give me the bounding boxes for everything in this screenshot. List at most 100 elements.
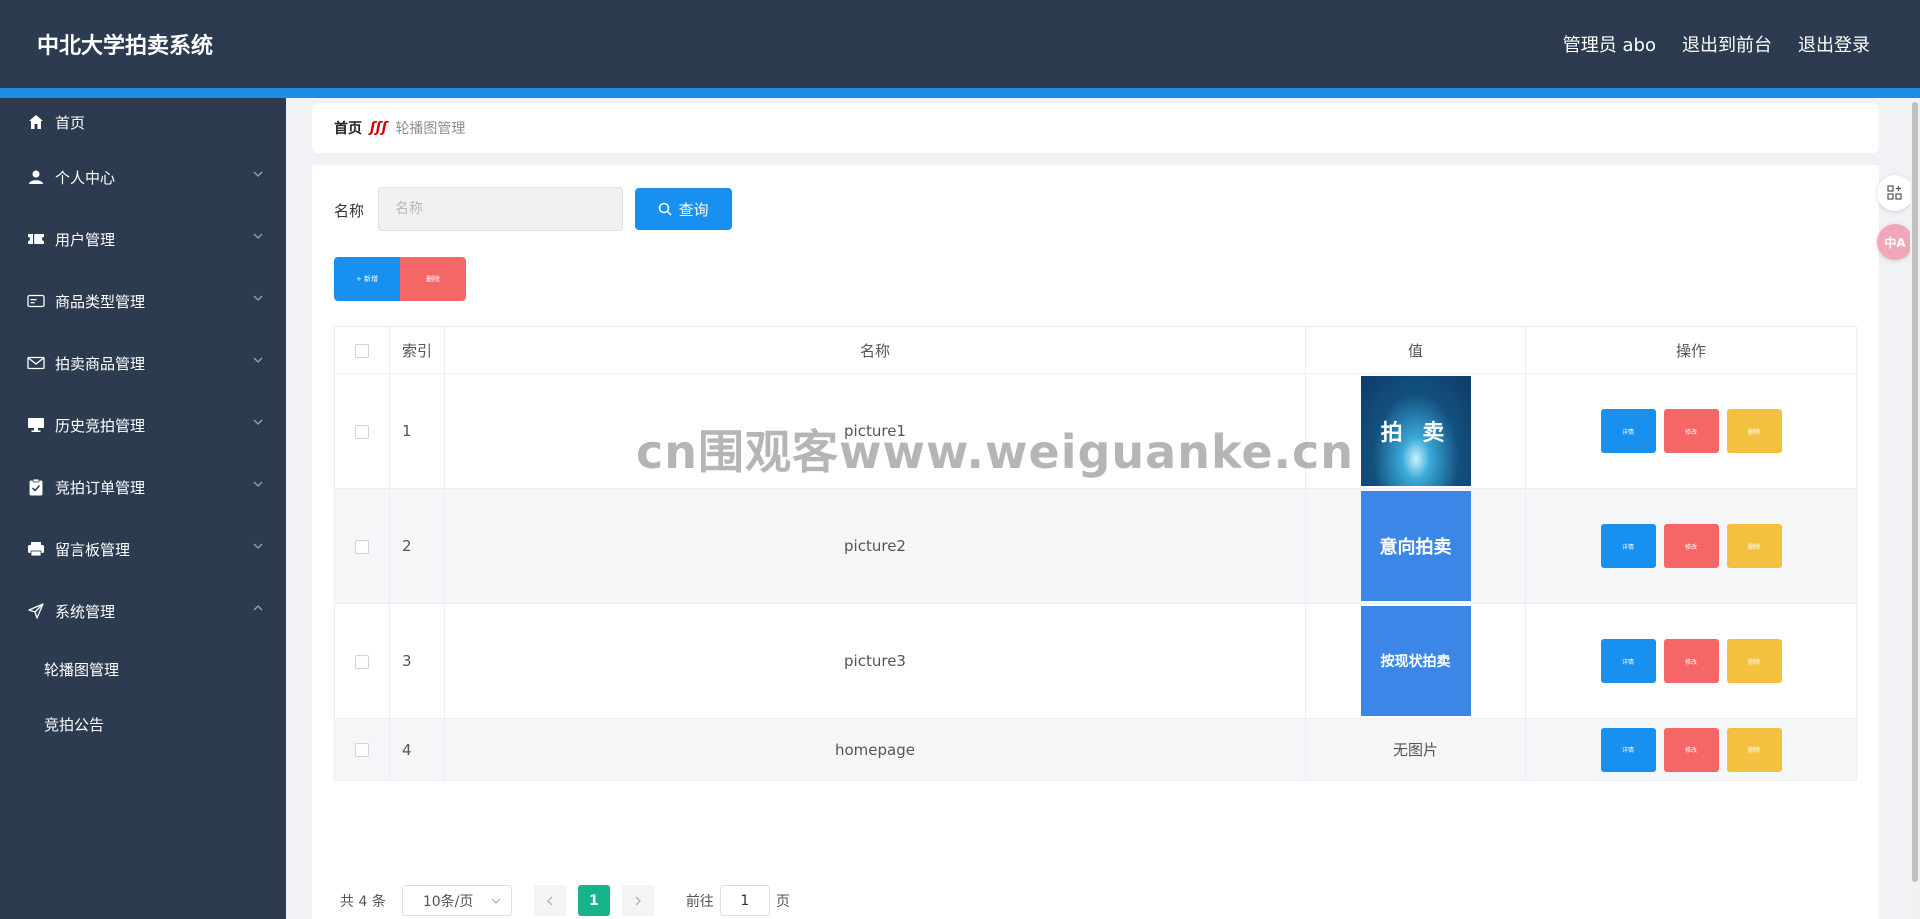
sidebar-item-personal[interactable]: 个人中心 [0,146,286,208]
sidebar-item-bid-orders[interactable]: 竞拍订单管理 [0,456,286,518]
printer-icon [27,540,45,558]
row-actions: 详情 修改 删除 [1525,718,1857,781]
row-value: 无图片 [1305,718,1526,781]
search-label: 名称 [334,202,365,220]
edit-button[interactable]: 修改 [1663,409,1719,453]
add-button[interactable]: + 新增 [334,257,400,301]
header-name: 名称 [444,326,1306,374]
translate-float-button[interactable]: 中A [1877,224,1913,260]
sidebar-item-label: 拍卖商品管理 [55,354,146,373]
search-icon [659,202,673,216]
sidebar-item-label: 个人中心 [55,168,116,187]
thumbnail-text: 按现状拍卖 [1380,654,1451,670]
edit-button[interactable]: 修改 [1663,639,1719,683]
view-button[interactable]: 详情 [1600,727,1656,772]
row-index: 4 [389,718,445,781]
user-icon [27,168,45,186]
sidebar-item-home[interactable]: 首页 [0,98,286,146]
send-icon [27,602,45,620]
table-row: 2 picture2 意向拍卖 详情 修改 删除 [334,488,1857,604]
scrollbar-thumb[interactable] [1912,102,1918,882]
sidebar-subitem-carousel[interactable]: 轮播图管理 [0,642,286,697]
apps-float-button[interactable] [1877,175,1913,211]
sidebar-item-label: 首页 [55,113,86,132]
chevron-down-icon [253,171,263,177]
edit-button[interactable]: 修改 [1663,524,1719,568]
view-button[interactable]: 详情 [1600,409,1656,453]
row-actions: 详情 修改 删除 [1525,603,1857,719]
table-header-row: 索引 名称 值 操作 [334,326,1857,374]
query-button[interactable]: 查询 [635,188,732,230]
prev-page-button[interactable] [533,885,566,916]
select-all-checkbox[interactable] [334,326,390,374]
sidebar-item-users[interactable]: 用户管理 [0,208,286,270]
breadcrumb-current: 轮播图管理 [395,121,466,137]
sidebar-item-auction-goods[interactable]: 拍卖商品管理 [0,332,286,394]
carousel-thumbnail[interactable]: 拍 卖 [1360,376,1471,486]
chevron-down-icon [253,543,263,549]
sidebar-item-label: 竞拍订单管理 [55,478,146,497]
row-checkbox[interactable] [334,718,390,781]
table-row: 1 picture1 拍 卖 详情 修改 删除 [334,373,1857,489]
delete-button[interactable]: 删除 [1726,409,1782,453]
delete-button[interactable]: 删除 [1726,727,1782,772]
row-checkbox[interactable] [334,373,390,489]
sidebar-item-system[interactable]: 系统管理 [0,580,286,642]
home-icon [27,113,45,131]
view-button[interactable]: 详情 [1600,639,1656,683]
sidebar-item-bid-history[interactable]: 历史竞拍管理 [0,394,286,456]
header-index: 索引 [389,326,445,374]
chevron-up-icon [253,605,263,611]
next-page-button[interactable] [621,885,654,916]
mail-icon [27,354,45,372]
edit-button[interactable]: 修改 [1663,727,1719,772]
breadcrumb-home[interactable]: 首页 [334,118,362,138]
query-button-label: 查询 [678,200,709,219]
translate-icon: 中A [1884,235,1906,250]
row-name: picture3 [444,603,1306,719]
batch-delete-button[interactable]: 删除 [400,257,466,301]
page-number-active[interactable]: 1 [577,885,610,916]
breadcrumb-separator-icon: ʃʃʃ [370,120,388,136]
scrollbar[interactable] [1910,98,1920,919]
breadcrumb: 首页 ʃʃʃ 轮播图管理 [312,103,1879,153]
delete-button[interactable]: 删除 [1726,524,1782,568]
row-name: picture1 [444,373,1306,489]
page-size-value: 10条/页 [422,893,474,910]
header-accent-bar [0,88,1920,98]
header-actions: 操作 [1525,326,1857,374]
row-index: 3 [389,603,445,719]
chevron-right-icon [635,896,641,905]
row-checkbox[interactable] [334,603,390,719]
clipboard-icon [27,478,45,496]
row-name: picture2 [444,488,1306,604]
row-checkbox[interactable] [334,488,390,604]
carousel-thumbnail[interactable]: 按现状拍卖 [1360,606,1471,716]
carousel-thumbnail[interactable]: 意向拍卖 [1360,491,1471,601]
row-value: 拍 卖 [1305,373,1526,489]
view-button[interactable]: 详情 [1600,524,1656,568]
thumbnail-text: 拍 卖 [1380,421,1451,446]
exit-to-front-link[interactable]: 退出到前台 [1682,31,1772,57]
thumbnail-text: 意向拍卖 [1379,537,1452,558]
chevron-down-icon [253,481,263,487]
sidebar: 首页 个人中心 用户管理 商品类型管理 拍卖商品管理 历史竞拍管理 竞拍订单管理… [0,98,286,919]
search-input[interactable] [378,187,623,231]
goto-page-input[interactable] [719,885,770,916]
delete-button[interactable]: 删除 [1726,639,1782,683]
content-panel: 名称 查询 + 新增 删除 索引 名称 值 操作 1 picture1 拍 卖 [312,165,1879,919]
monitor-icon [27,416,45,434]
table-row: 3 picture3 按现状拍卖 详情 修改 删除 [334,603,1857,719]
chevron-left-icon [546,896,553,905]
logout-link[interactable]: 退出登录 [1798,31,1870,57]
sidebar-item-message-board[interactable]: 留言板管理 [0,518,286,580]
chevron-down-icon [253,419,263,425]
sidebar-subitem-bid-notice[interactable]: 竞拍公告 [0,697,286,752]
sidebar-item-label: 历史竞拍管理 [55,416,146,435]
goto-label: 前往 [685,893,714,910]
admin-name[interactable]: 管理员 abo [1563,31,1656,57]
row-actions: 详情 修改 删除 [1525,373,1857,489]
sidebar-item-goods-type[interactable]: 商品类型管理 [0,270,286,332]
page-size-select[interactable]: 10条/页 [401,885,512,916]
sidebar-item-label: 留言板管理 [55,540,131,559]
